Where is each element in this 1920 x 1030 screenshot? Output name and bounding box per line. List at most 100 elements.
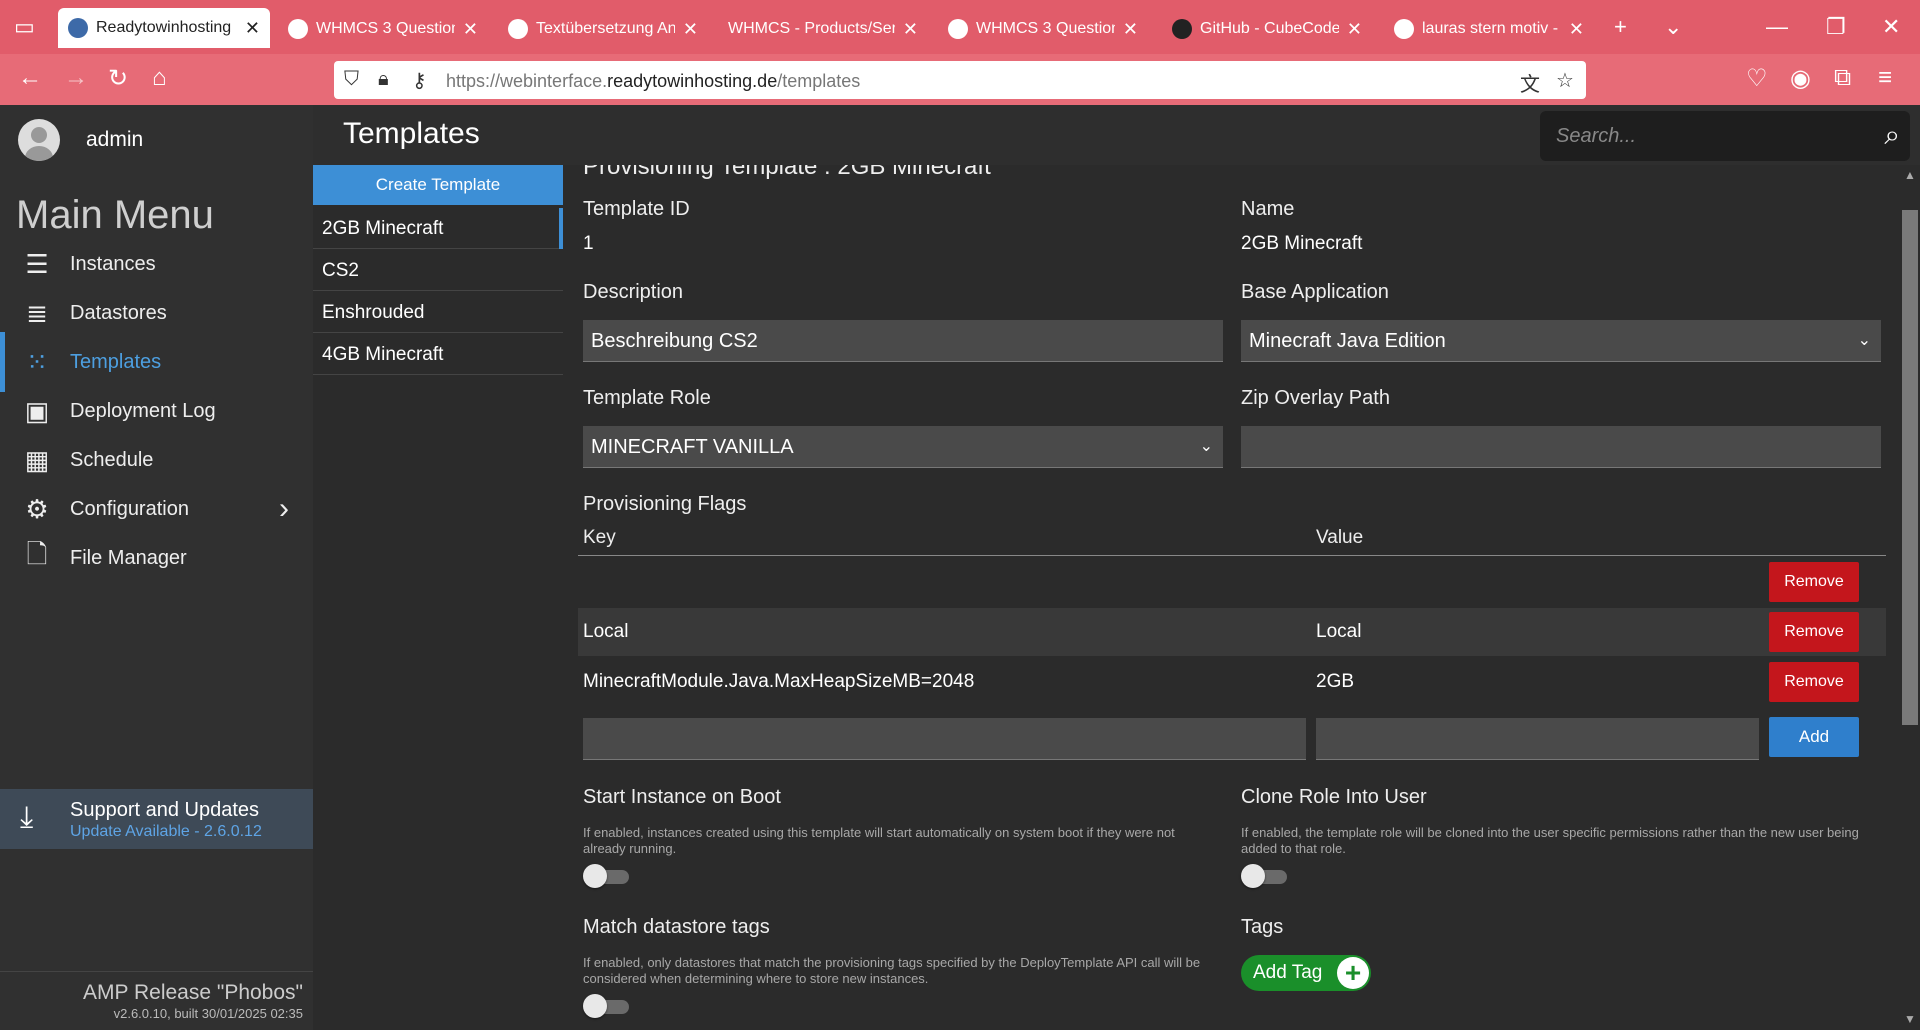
- tags-label: Tags: [1241, 916, 1284, 938]
- template-role-select[interactable]: MINECRAFT VANILLA ⌄: [583, 426, 1223, 468]
- remove-flag-button[interactable]: Remove: [1769, 612, 1859, 652]
- match-datastore-tags-help: If enabled, only datastores that match t…: [583, 955, 1201, 986]
- menu-icon[interactable]: ≡: [1878, 64, 1892, 92]
- release-name: AMP Release "Phobos": [83, 981, 303, 1004]
- username: admin: [86, 128, 144, 151]
- reload-icon[interactable]: ↻: [108, 64, 128, 93]
- scroll-down-icon[interactable]: ▼: [1904, 1012, 1916, 1026]
- calendar-icon: ▦: [24, 444, 50, 475]
- browser-tab-5[interactable]: GitHub - CubeCoders/ ✕: [1162, 8, 1372, 50]
- template-id-value: 1: [583, 233, 594, 254]
- zip-overlay-field[interactable]: [1241, 426, 1881, 468]
- bookmark-star-icon[interactable]: ☆: [1556, 68, 1574, 93]
- key-icon[interactable]: ⚷: [412, 68, 427, 93]
- flag-key: Local: [583, 621, 629, 642]
- name-label: Name: [1241, 198, 1295, 220]
- close-window-icon[interactable]: ✕: [1882, 14, 1900, 40]
- page-title: Templates: [343, 117, 480, 150]
- forward-icon[interactable]: →: [64, 64, 88, 92]
- browser-tab-3[interactable]: WHMCS - Products/Servic ✕: [718, 8, 928, 50]
- remove-flag-button[interactable]: Remove: [1769, 562, 1859, 602]
- new-tab-icon[interactable]: +: [1614, 14, 1627, 40]
- sidebar-item-support[interactable]: ⤓ Support and Updates Update Available -…: [0, 789, 313, 849]
- match-datastore-tags-label: Match datastore tags: [583, 916, 770, 938]
- browser-tab-4[interactable]: WHMCS 3 Questions - ✕: [938, 8, 1148, 50]
- github-favicon-icon: [1172, 19, 1192, 39]
- divider: [0, 971, 313, 972]
- browser-tab-2[interactable]: Textübersetzung Anfra ✕: [498, 8, 708, 50]
- shield-icon[interactable]: ⛉: [344, 68, 359, 91]
- new-flag-key-field[interactable]: [583, 718, 1306, 760]
- start-on-boot-label: Start Instance on Boot: [583, 786, 781, 808]
- url-text: https://webinterface.readytowinhosting.d…: [446, 71, 861, 91]
- extensions-icon[interactable]: ⧉: [1834, 64, 1851, 92]
- close-tab-icon[interactable]: ✕: [1569, 19, 1584, 40]
- create-template-button[interactable]: Create Template: [313, 165, 563, 205]
- file-icon: 🗋︎: [26, 539, 48, 569]
- scroll-up-icon[interactable]: ▲: [1904, 168, 1916, 182]
- add-tag-button[interactable]: Add Tag +: [1241, 955, 1371, 991]
- template-item-2gb-minecraft[interactable]: 2GB Minecraft: [313, 208, 563, 249]
- cube-favicon-icon: [948, 19, 968, 39]
- description-field[interactable]: Beschreibung CS2: [583, 320, 1223, 362]
- value-header: Value: [1316, 527, 1364, 548]
- tab-overview-icon[interactable]: ▭: [14, 14, 35, 40]
- start-on-boot-help: If enabled, instances created using this…: [583, 825, 1175, 856]
- browser-tab-1[interactable]: WHMCS 3 Questions - ✕: [278, 8, 488, 50]
- sidebar: admin Main Menu ☰ Instances ≣ Datastores…: [0, 105, 313, 1030]
- server-icon: ☰: [25, 248, 49, 279]
- plus-circle-icon: +: [1337, 957, 1369, 989]
- close-tab-icon[interactable]: ✕: [463, 19, 478, 40]
- url-bar[interactable]: ⛉ 🔒︎ ⚷ https://webinterface.readytowinho…: [334, 61, 1586, 99]
- close-tab-icon[interactable]: ✕: [1347, 19, 1362, 40]
- header-divider: [578, 555, 1886, 556]
- browser-tab-0[interactable]: Readytowinhosting | G ✕: [58, 8, 270, 48]
- new-flag-value-field[interactable]: [1316, 718, 1759, 760]
- clone-role-help: If enabled, the template role will be cl…: [1241, 825, 1859, 856]
- close-tab-icon[interactable]: ✕: [903, 19, 918, 40]
- terminal-icon: ▣: [24, 395, 50, 426]
- search-icon[interactable]: ⌕: [1884, 119, 1900, 152]
- template-item-4gb-minecraft[interactable]: 4GB Minecraft: [313, 334, 563, 375]
- update-available-text: Update Available - 2.6.0.12: [70, 823, 262, 840]
- add-flag-button[interactable]: Add: [1769, 717, 1859, 757]
- back-icon[interactable]: ←: [18, 64, 42, 92]
- tab-list-chevron-icon[interactable]: ⌄: [1664, 14, 1682, 40]
- scrollbar-thumb[interactable]: [1902, 210, 1918, 725]
- chatgpt-favicon-icon: [508, 19, 528, 39]
- description-label: Description: [583, 281, 684, 303]
- gears-icon: ⚙: [25, 493, 49, 524]
- restore-icon[interactable]: ❐: [1826, 14, 1846, 40]
- database-icon: ≣: [26, 297, 48, 328]
- start-on-boot-toggle[interactable]: [583, 864, 629, 888]
- sidebar-item-file-manager[interactable]: 🗋︎ File Manager: [0, 528, 313, 588]
- template-item-enshrouded[interactable]: Enshrouded: [313, 292, 563, 333]
- clone-role-toggle[interactable]: [1241, 864, 1287, 888]
- form-heading: Provisioning Template : 2GB Minecraft: [583, 165, 991, 180]
- minimize-icon[interactable]: —: [1766, 14, 1788, 40]
- match-datastore-tags-toggle[interactable]: [583, 994, 629, 1018]
- template-list: Create Template 2GB Minecraft CS2 Enshro…: [313, 165, 563, 1030]
- close-tab-icon[interactable]: ✕: [245, 18, 260, 39]
- browser-tab-6[interactable]: lauras stern motiv - Go ✕: [1384, 8, 1594, 50]
- lock-icon[interactable]: 🔒︎: [378, 68, 389, 91]
- flag-key: MinecraftModule.Java.MaxHeapSizeMB=2048: [583, 671, 975, 692]
- home-icon[interactable]: ⌂: [152, 64, 167, 92]
- remove-flag-button[interactable]: Remove: [1769, 662, 1859, 702]
- browser-tab-bar: ▭ Readytowinhosting | G ✕ WHMCS 3 Questi…: [0, 0, 1920, 54]
- zip-overlay-label: Zip Overlay Path: [1241, 387, 1390, 409]
- templates-icon: ⁙: [26, 346, 48, 377]
- account-icon[interactable]: ◉: [1790, 64, 1811, 93]
- pocket-icon[interactable]: ♡: [1746, 64, 1768, 93]
- template-item-cs2[interactable]: CS2: [313, 250, 563, 291]
- base-application-select[interactable]: Minecraft Java Edition ⌄: [1241, 320, 1881, 362]
- template-id-label: Template ID: [583, 198, 690, 220]
- user-profile[interactable]: admin: [18, 119, 143, 161]
- translate-icon[interactable]: 文: [1520, 68, 1540, 97]
- clone-role-label: Clone Role Into User: [1241, 786, 1427, 808]
- search-input[interactable]: Search... ⌕: [1540, 111, 1910, 161]
- avatar: [18, 119, 60, 161]
- chevron-down-icon: ⌄: [1857, 332, 1871, 349]
- close-tab-icon[interactable]: ✕: [1123, 19, 1138, 40]
- close-tab-icon[interactable]: ✕: [683, 19, 698, 40]
